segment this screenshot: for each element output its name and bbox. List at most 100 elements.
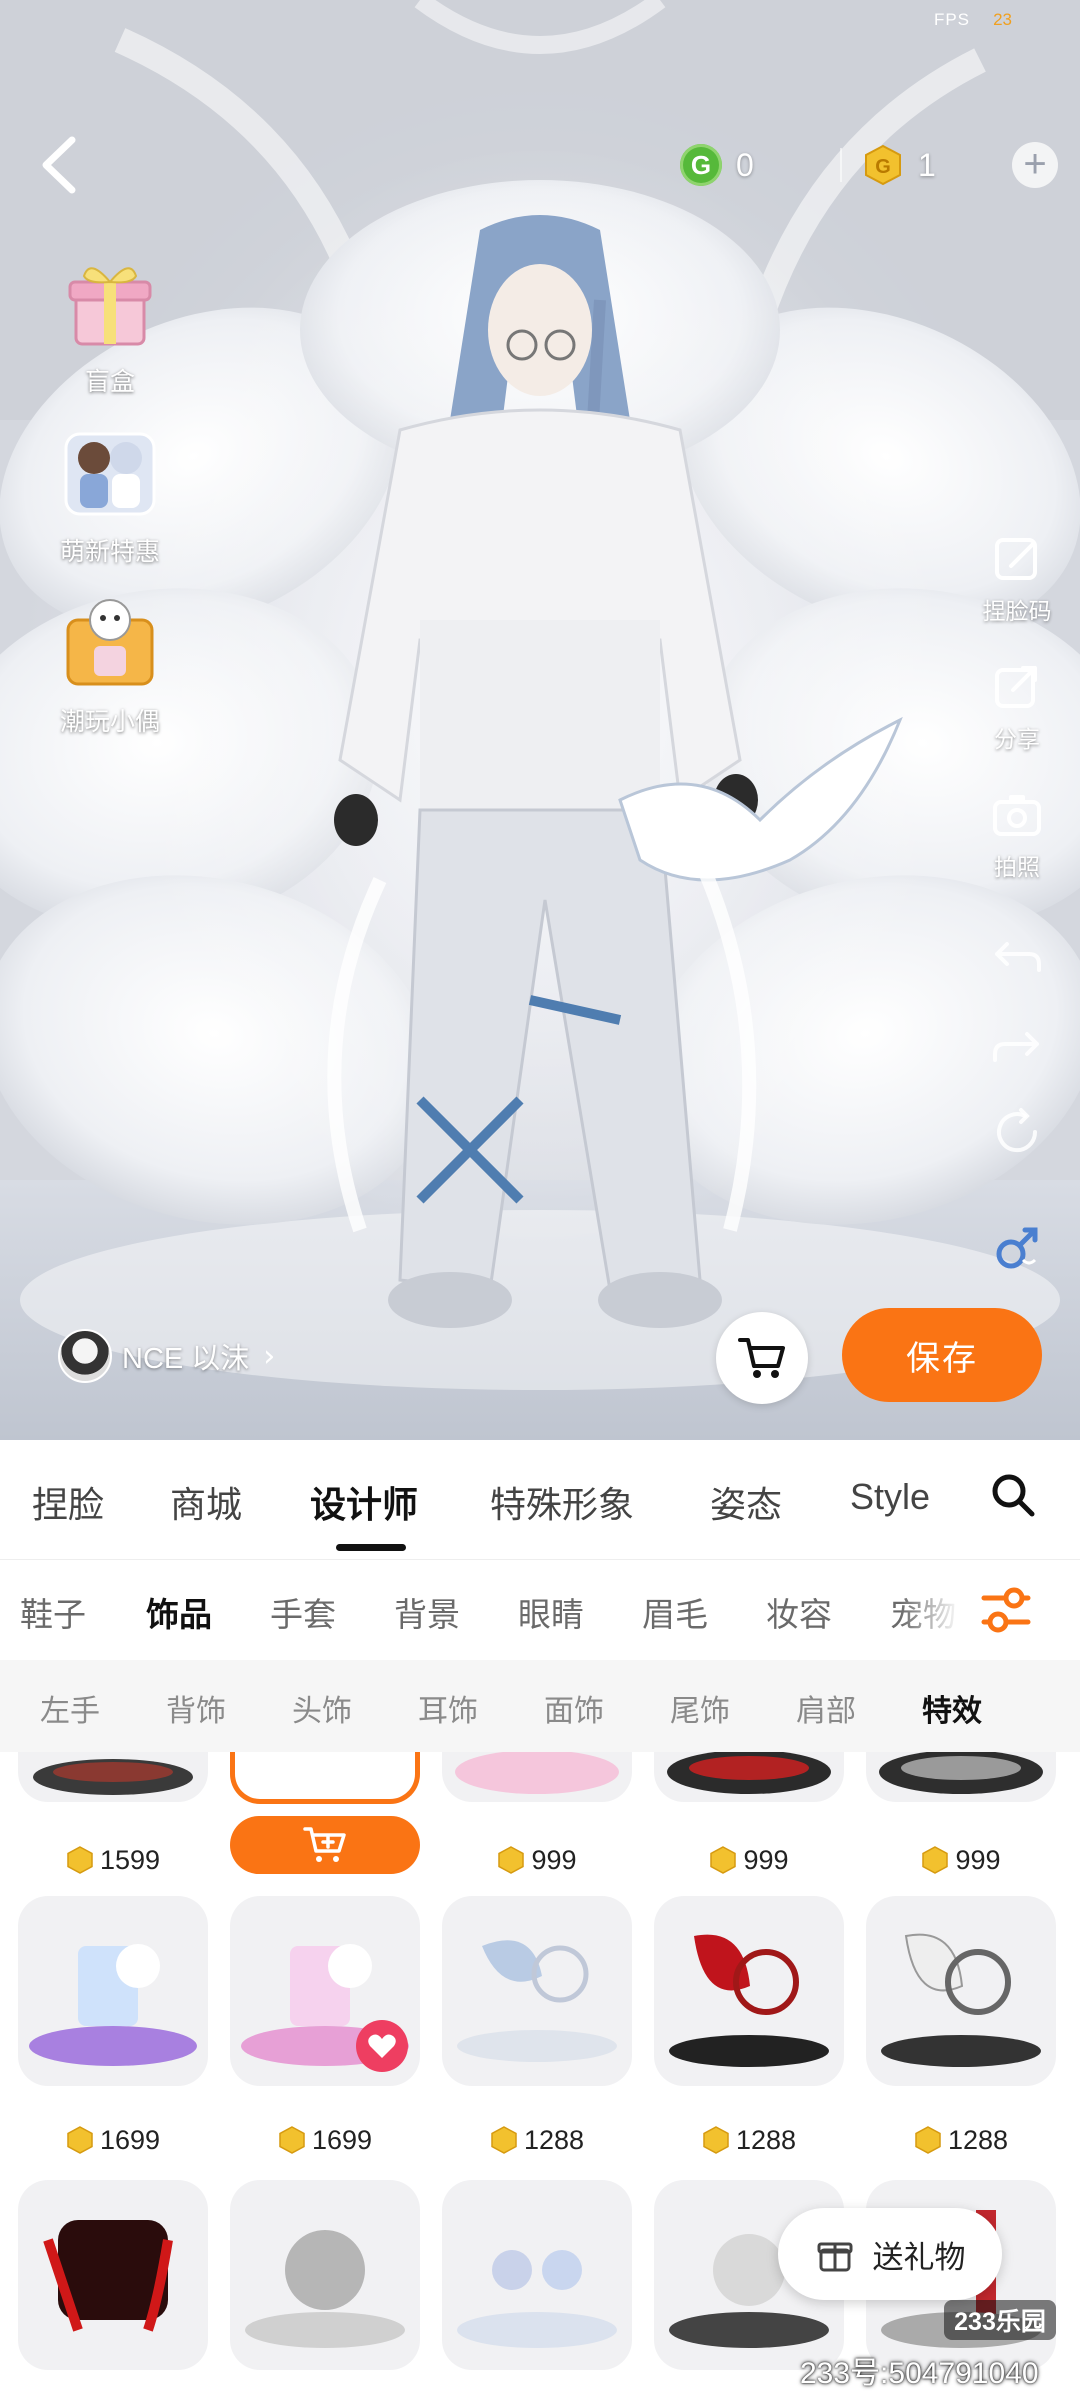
svg-text:G: G (875, 156, 891, 178)
item-price: 999 (654, 1842, 844, 1878)
slot-ear[interactable]: 耳饰 (418, 1686, 478, 1730)
left-menu-label: 萌新特惠 (59, 537, 160, 566)
tool-share[interactable]: 分享 (972, 658, 1062, 754)
gold-coin-icon (498, 1846, 525, 1874)
toy-figure-icon (66, 599, 154, 686)
price-value: 999 (743, 1844, 789, 1875)
price-value: 1699 (99, 2124, 161, 2155)
designer-author[interactable]: NCE 以沫 › (58, 1328, 275, 1384)
item-thumbnail (18, 1896, 208, 2086)
add-to-cart-button[interactable] (230, 1816, 420, 1874)
category-tab-bar: 鞋子 饰品 手套 背景 眼睛 眉毛 妆容 宠物 (0, 1560, 1080, 1660)
tool-label: 分享 (994, 727, 1040, 753)
slot-face[interactable]: 面饰 (544, 1686, 604, 1730)
tool-gender-switch[interactable] (972, 1220, 1062, 1280)
avatar (58, 1329, 112, 1383)
slot-head[interactable]: 头饰 (292, 1686, 352, 1730)
slot-effects[interactable]: 特效 (922, 1686, 982, 1730)
gold-coin-icon (922, 1846, 949, 1874)
gold-coin-icon (67, 1846, 93, 1874)
left-menu-newbie-deal[interactable]: 萌新特惠 (40, 420, 180, 568)
tool-redo[interactable] (972, 1014, 1062, 1074)
item-price: 1599 (18, 1842, 208, 1878)
fps-label: FPS (933, 10, 970, 29)
g-coin-balance[interactable]: G 0 (680, 140, 754, 190)
category-background[interactable]: 背景 (394, 1588, 460, 1636)
gold-coin-icon (915, 2126, 941, 2154)
add-cart-icon (303, 1827, 346, 1862)
tab-special-avatar[interactable]: 特殊形象 (490, 1476, 634, 1528)
gold-coin-balance[interactable]: G 1 (862, 140, 936, 190)
item-thumbnail (442, 1752, 632, 1802)
category-eyebrows[interactable]: 眉毛 (642, 1588, 708, 1636)
slot-left-hand[interactable]: 左手 (40, 1686, 100, 1730)
category-shoes[interactable]: 鞋子 (20, 1588, 86, 1636)
gold-coin-icon (703, 2126, 729, 2154)
send-gift-button[interactable]: 送礼物 (778, 2208, 1002, 2300)
tool-label: 拍照 (994, 855, 1040, 881)
price-value: 1699 (311, 2124, 373, 2155)
tab-pose[interactable]: 姿态 (710, 1476, 782, 1528)
newbie-deal-icon (64, 432, 156, 516)
item-price: 1288 (866, 2122, 1056, 2158)
item-thumbnail (866, 1896, 1056, 2086)
slot-tab-bar: 左手 背饰 头饰 耳饰 面饰 尾饰 肩部 特效 (0, 1660, 1080, 1752)
camera-icon (993, 795, 1041, 836)
tab-fade-overlay (900, 1560, 960, 1660)
item-thumbnail (230, 2180, 420, 2370)
save-button[interactable]: 保存 (842, 1308, 1042, 1402)
tab-designer[interactable]: 设计师 (310, 1476, 418, 1528)
slot-tail[interactable]: 尾饰 (670, 1686, 730, 1730)
tab-style[interactable]: Style (850, 1476, 930, 1518)
slot-shoulder[interactable]: 肩部 (796, 1686, 856, 1730)
favorite-button[interactable] (356, 2020, 408, 2072)
left-menu-label: 潮玩小偶 (59, 707, 160, 736)
g-coin-icon: G (680, 144, 722, 186)
item-thumbnail (654, 1896, 844, 2086)
price-value: 1288 (947, 2124, 1009, 2155)
gold-coin-icon (279, 2126, 305, 2154)
item-thumbnail (442, 2180, 632, 2370)
item-price: 1288 (654, 2122, 844, 2158)
gift-label: 送礼物 (872, 2239, 966, 2276)
category-makeup[interactable]: 妆容 (766, 1588, 832, 1636)
back-button[interactable] (34, 132, 84, 198)
tool-undo[interactable] (972, 924, 1062, 984)
tab-shop[interactable]: 商城 (170, 1476, 242, 1528)
tool-reset[interactable] (972, 1104, 1062, 1164)
left-menu-blind-box[interactable]: 盲盒 (40, 250, 180, 398)
gift-icon (817, 2242, 852, 2272)
undo-icon (995, 942, 1041, 972)
category-eyes[interactable]: 眼睛 (518, 1588, 584, 1636)
category-gloves[interactable]: 手套 (270, 1588, 336, 1636)
gender-switch-icon (996, 1227, 1038, 1269)
cart-button[interactable] (716, 1312, 808, 1404)
sliders-filter-icon (981, 1587, 1031, 1633)
gold-coin-icon: G (865, 144, 901, 186)
tool-camera[interactable]: 拍照 (972, 786, 1062, 882)
category-accessories[interactable]: 饰品 (146, 1588, 212, 1636)
avatar-preview[interactable]: FPS 23 G 0 G 1 + 盲盒 萌新特惠 潮玩小偶 捏脸码 分享 拍照 … (0, 0, 1080, 1440)
item-thumbnail (18, 2180, 208, 2370)
gold-coin-icon (67, 2126, 93, 2154)
tool-label: 捏脸码 (982, 599, 1052, 625)
price-value: 1288 (523, 2124, 585, 2155)
heart-icon (368, 2034, 396, 2058)
slot-back[interactable]: 背饰 (166, 1686, 226, 1730)
item-grid[interactable]: 1599 999 999 999 1699 1699 1288 1288 128… (0, 1752, 1080, 2400)
tab-face[interactable]: 捏脸 (32, 1476, 104, 1528)
shopping-cart-icon (738, 1338, 785, 1378)
recharge-plus-button[interactable]: + (1012, 142, 1058, 188)
tool-face-code[interactable]: 捏脸码 (972, 530, 1062, 626)
left-menu-toy-figure[interactable]: 潮玩小偶 (40, 590, 180, 738)
gold-coin-value: 1 (918, 146, 936, 183)
item-price: 999 (442, 1842, 632, 1878)
search-button[interactable] (988, 1470, 1038, 1520)
item-price: 1699 (230, 2122, 420, 2158)
item-price: 1288 (442, 2122, 632, 2158)
left-menu-label: 盲盒 (84, 367, 135, 396)
price-value: 999 (531, 1844, 577, 1875)
watermark-logo: 233乐园 (944, 2300, 1056, 2340)
filter-button[interactable] (976, 1582, 1036, 1638)
currency-divider (840, 148, 842, 182)
